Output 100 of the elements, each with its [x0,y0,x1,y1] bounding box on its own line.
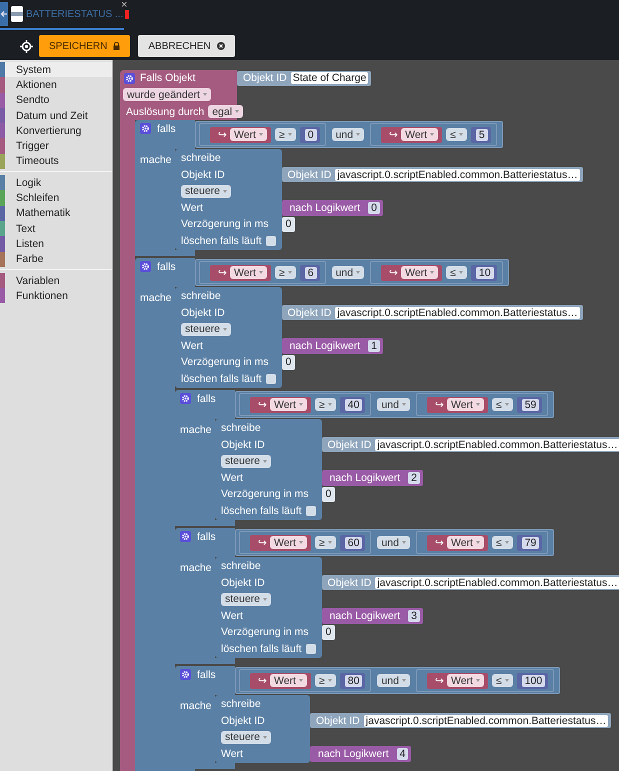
dropdown[interactable]: ≤ [446,266,467,279]
number-field[interactable]: 0 [322,486,336,502]
category-item[interactable]: Farbe [0,252,112,267]
gear-icon[interactable] [124,72,135,84]
dropdown[interactable]: Wert [270,536,307,549]
number-field[interactable]: 5 [476,128,488,140]
number-block[interactable]: 100 [516,672,548,688]
dropdown[interactable]: Wert [270,398,307,411]
cancel-button[interactable]: ABBRECHEN [138,35,235,57]
category-item[interactable]: Variablen [0,272,112,288]
target-icon[interactable] [20,40,33,52]
dropdown[interactable]: steuere [181,184,232,198]
variable-block[interactable]: ↪ Wert [210,264,271,280]
compare-block[interactable]: ↪ Wert ≤ 79 [416,531,548,554]
checkbox[interactable] [266,374,276,384]
variable-block[interactable]: ↪ Wert [210,126,271,142]
dropdown[interactable]: und [377,398,410,411]
variable-block[interactable]: ↪ Wert [250,396,311,412]
dropdown[interactable]: und [332,266,364,279]
write-block[interactable]: schreibe Objekt ID steuere Wert [215,695,310,763]
compare-block[interactable]: ↪ Wert ≥ 80 [239,669,372,692]
category-item[interactable]: Funktionen [0,288,112,304]
event-block[interactable] [120,70,619,771]
boolean-block[interactable]: nach Logikwert 2 [322,470,424,486]
number-field[interactable]: 0 [322,624,336,640]
number-block[interactable]: 0 [300,126,320,142]
category-item[interactable]: Konvertierung [0,123,112,138]
dropdown[interactable]: Wert [230,128,267,141]
checkbox[interactable] [306,644,316,654]
number-field[interactable]: 1 [368,340,380,352]
number-block[interactable]: 80 [340,672,366,688]
number-field[interactable]: 0 [368,202,380,214]
dropdown[interactable]: steuere [221,730,272,744]
variable-block[interactable]: ↪ Wert [426,672,488,688]
boolean-block[interactable]: nach Logikwert 4 [310,746,412,762]
number-field[interactable]: 0 [282,354,296,370]
number-block[interactable]: 79 [516,534,542,550]
logic-block[interactable]: ↪ Wert ≥ 40 und ↪ Wert ≤ 59 [235,391,554,418]
number-block[interactable]: 59 [516,396,542,412]
dropdown[interactable]: Wert [401,266,438,279]
dropdown[interactable]: ≥ [314,536,336,549]
logic-block[interactable]: ↪ Wert ≥ 80 und ↪ Wert ≤ 100 [235,667,560,694]
gear-icon[interactable] [180,531,191,542]
compare-block[interactable]: ↪ Wert ≤ 59 [416,393,548,416]
text-field[interactable]: javascript.0.scriptEnabled.common.Batteriestatus… [375,438,619,451]
object-id-block[interactable]: Objekt ID javascript.0.scriptEnabled.common.Batteriestatus… [322,437,619,452]
dropdown[interactable]: Wert [446,536,484,549]
category-item[interactable]: Aktionen [0,77,112,93]
dropdown[interactable]: Wert [230,266,267,279]
gear-icon[interactable] [180,393,191,404]
category-item[interactable]: Logik [0,175,112,190]
category-item[interactable]: System [0,62,112,78]
dropdown[interactable]: egal [208,105,244,118]
gear-icon[interactable] [140,261,151,272]
number-field[interactable]: 59 [522,398,540,410]
number-field[interactable]: 80 [344,674,362,686]
dropdown[interactable]: ≤ [492,536,513,549]
number-field[interactable]: 0 [304,128,317,140]
category-item[interactable]: Text [0,220,112,236]
dropdown[interactable]: und [377,674,410,687]
object-id-block[interactable]: Objekt ID javascript.0.scriptEnabled.common.Batteriestatus… [310,713,612,728]
text-field[interactable]: javascript.0.scriptEnabled.common.Batteriestatus… [335,306,580,319]
text-field[interactable]: State of Charge [290,72,368,84]
if-block[interactable] [135,258,619,771]
number-field[interactable]: 2 [408,472,420,484]
variable-block[interactable]: ↪ Wert [250,672,311,688]
dropdown[interactable]: ≤ [446,128,467,141]
boolean-block[interactable]: nach Logikwert 1 [282,338,384,354]
variable-block[interactable]: ↪ Wert [426,396,488,412]
variable-block[interactable]: ↪ Wert [250,534,311,550]
variable-block[interactable]: ↪ Wert [381,264,442,280]
variable-block[interactable]: ↪ Wert [381,126,442,142]
dropdown[interactable]: ≥ [314,398,336,411]
category-item[interactable]: Datum und Zeit [0,108,112,124]
dropdown[interactable]: ≥ [274,128,296,141]
variable-block[interactable]: ↪ Wert [426,534,488,550]
dropdown[interactable]: ≤ [492,398,513,411]
gear-icon[interactable] [140,123,151,134]
dropdown[interactable]: steuere [221,592,272,606]
dropdown[interactable]: Wert [446,398,484,411]
dropdown[interactable]: ≥ [314,674,336,687]
number-field[interactable]: 3 [408,610,420,622]
object-id-block[interactable]: Objekt ID javascript.0.scriptEnabled.common.Batteriestatus… [322,575,619,590]
if-block[interactable]: falls ↪ Wert ≥ 60 und ↪ Wert ≤ 79 mache schreibe Objekt ID steuere Wert Verzögerung in ms löschen falls läuft Objekt ID javascript.0.scriptEnabled.common.Batteriestatus… nach Logikwert 3 0 [175,528,619,664]
category-item[interactable]: Mathematik [0,206,112,221]
gear-icon[interactable] [180,669,191,680]
number-field[interactable]: 79 [522,536,540,548]
if-block[interactable]: falls ↪ Wert ≥ 80 und ↪ Wert ≤ 100 mache schreibe Objekt ID steuere Wert Objekt ID javascript.0.scriptEnabled.common.Batteriestatus… nach Logikwert 4 [175,666,612,769]
dropdown[interactable]: steuere [181,322,232,336]
compare-block[interactable]: ↪ Wert ≥ 40 [239,393,372,416]
dropdown[interactable]: Wert [446,674,484,687]
dropdown[interactable]: steuere [221,454,272,468]
object-id-block[interactable]: Objekt ID javascript.0.scriptEnabled.common.Batteriestatus… [282,305,583,320]
dropdown[interactable]: Wert [270,674,307,687]
dropdown[interactable]: wurde geändert [123,88,211,101]
category-item[interactable]: Schleifen [0,190,112,206]
compare-block[interactable]: ↪ Wert ≤ 5 [370,123,497,146]
number-block[interactable]: 6 [300,264,320,280]
compare-block[interactable]: ↪ Wert ≥ 60 [239,531,372,554]
boolean-block[interactable]: nach Logikwert 0 [282,200,384,216]
